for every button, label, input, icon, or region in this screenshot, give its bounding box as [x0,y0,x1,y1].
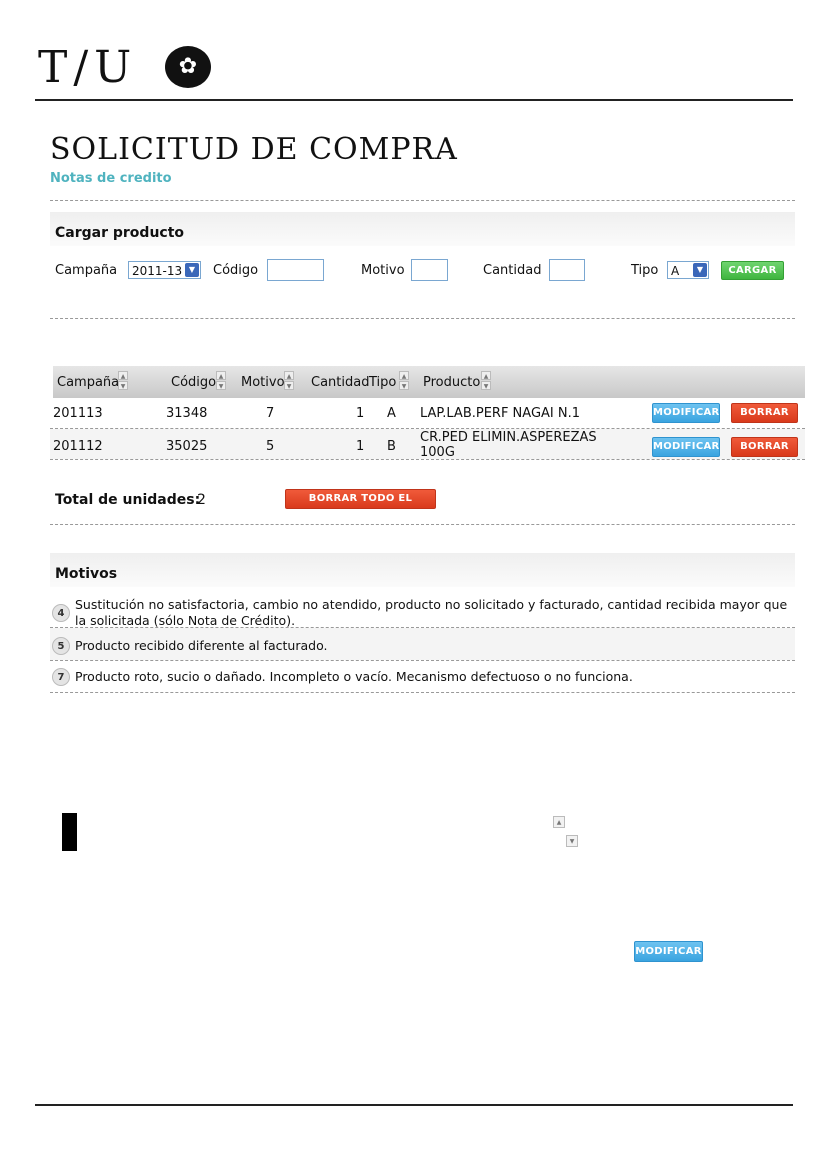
page-subtitle: Notas de credito [50,171,172,186]
row-cantidad: 1 [356,439,365,454]
delete-button[interactable]: BORRAR [731,437,798,457]
codigo-label: Código [213,263,259,278]
row-producto: CR.PED ELIMIN.ASPEREZAS 100G [420,430,597,460]
brand-logo-text: T/U [38,42,138,93]
row-tipo: A [387,406,396,421]
divider [50,660,795,661]
motivo-number-badge: 4 [52,604,70,622]
row-codigo: 31348 [166,406,208,421]
sort-tipo-icon[interactable]: ▲ ▼ [399,371,409,391]
total-value: 2 [197,492,206,508]
row-tipo: B [387,439,396,454]
motivo-number-badge: 5 [52,637,70,655]
row-cantidad: 1 [356,406,365,421]
total-label: Total de unidades: [55,492,201,508]
sort-campana-icon[interactable]: ▲ ▼ [118,371,128,391]
tipo-select-value: A [671,264,680,278]
column-header-cantidad: Cantidad [311,375,370,390]
motivo-description: Sustitución no satisfactoria, cambio no … [75,597,788,628]
modify-button[interactable]: MODIFICAR [652,403,720,423]
column-header-motivo[interactable]: Motivo [241,375,285,390]
motivos-heading: Motivos [55,566,118,582]
row-campana: 201112 [53,439,103,454]
motivo-number-badge: 7 [52,668,70,686]
motivo-description: Producto roto, sucio o dañado. Incomplet… [75,669,633,684]
page-title: SOLICITUD DE COMPRA [50,132,458,167]
row-campana: 201113 [53,406,103,421]
delete-button[interactable]: BORRAR [731,403,798,423]
divider [50,692,795,693]
delete-all-button[interactable]: BORRAR TODO EL PEDIDO [285,489,436,522]
column-header-tipo[interactable]: Tipo [369,375,396,390]
codigo-input[interactable] [267,259,324,281]
campana-select[interactable]: 2011-13 ▼ [128,261,201,279]
column-header-producto[interactable]: Producto [423,375,480,390]
motivo-description: Producto recibido diferente al facturado… [75,638,328,653]
cargar-button[interactable]: CARGAR [721,261,784,280]
motivo-input[interactable] [411,259,448,281]
row-motivo: 5 [266,439,275,454]
tipo-label: Tipo [631,263,659,278]
divider [50,459,805,460]
sort-producto-icon[interactable]: ▲ ▼ [481,371,491,391]
divider [50,524,795,525]
campana-label: Campaña [55,263,118,278]
sort-up-icon[interactable]: ▲ [553,816,565,828]
divider [50,318,795,319]
row-codigo: 35025 [166,439,208,454]
cargar-heading: Cargar producto [55,225,185,241]
row-motivo: 7 [266,406,275,421]
sort-motivo-icon[interactable]: ▲ ▼ [284,371,294,391]
brand-logo-icon: ✿ [165,46,211,88]
modify-button[interactable]: MODIFICAR [634,941,703,962]
column-header-campana[interactable]: Campaña [57,375,119,390]
chevron-down-icon: ▼ [185,263,199,277]
header-divider [35,99,793,101]
chevron-down-icon: ▼ [693,263,707,277]
modify-button[interactable]: MODIFICAR [652,437,720,457]
text-cursor [62,813,77,851]
cantidad-label: Cantidad [483,263,542,278]
tipo-select[interactable]: A ▼ [667,261,709,279]
divider [50,200,795,201]
campana-select-value: 2011-13 [132,264,183,278]
column-header-codigo[interactable]: Código [171,375,216,390]
sort-down-icon[interactable]: ▼ [566,835,578,847]
sort-codigo-icon[interactable]: ▲ ▼ [216,371,226,391]
row-producto: LAP.LAB.PERF NAGAI N.1 [420,406,581,421]
motivo-label: Motivo [361,263,405,278]
footer-divider [35,1104,793,1106]
cantidad-input[interactable] [549,259,585,281]
motivos-panel-header [50,553,795,587]
